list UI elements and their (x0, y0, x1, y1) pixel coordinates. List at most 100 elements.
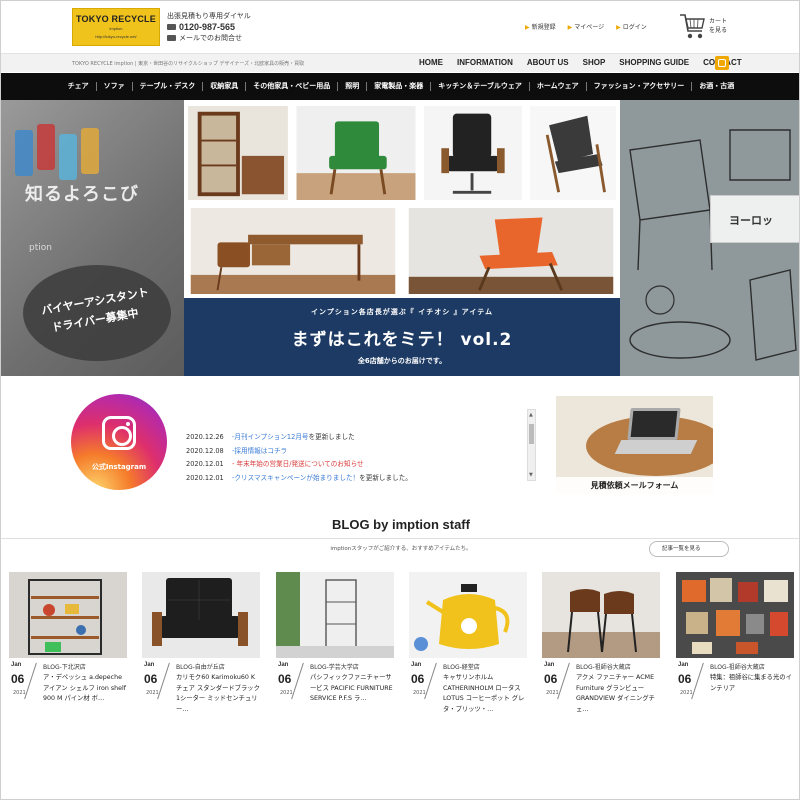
category-fashion[interactable]: ファッション・アクセサリー (587, 82, 693, 91)
post-month: Jan (144, 662, 155, 668)
nav-shopping-guide[interactable]: SHOPPING GUIDE (619, 58, 689, 67)
post-thumbnail (542, 572, 660, 658)
news-item: 2020.12.01 - 年末年始の営業日/発送についてのお知らせ (186, 458, 526, 472)
blog-card[interactable]: Jan 06 2021 BLOG-祖師谷大蔵店 特集：祖師谷に集まる光のインテリ… (676, 572, 794, 722)
post-shop[interactable]: BLOG-下北沢店 (43, 662, 86, 671)
more-label: 記事一覧を見る (662, 546, 701, 552)
post-title[interactable]: ア・デペッシュ a.depeche アイアン シェルフ iron shelf 9… (43, 673, 127, 705)
news-text: を更新しました (308, 433, 355, 441)
post-month: Jan (411, 662, 422, 668)
post-title[interactable]: カリモク60 Karimoku60 K チェア スタンダードブラック 1シーター… (176, 673, 260, 715)
post-title[interactable]: パシフィックファニチャーサービス PACIFIC FURNITURE SERVI… (310, 673, 394, 705)
cart-label: カート を見る (709, 17, 727, 35)
divider (157, 662, 170, 700)
post-day: 06 (11, 672, 25, 686)
divider (424, 662, 437, 700)
post-year: 2021 (680, 690, 693, 696)
news-date: 2020.12.26 (186, 433, 224, 441)
post-shop[interactable]: BLOG-祖師谷大蔵店 (576, 662, 631, 671)
phone-number[interactable]: 0120-987-565 (179, 22, 235, 32)
post-title[interactable]: キャサリンホルム CATHERINHOLM ロータス LOTUS コーヒーポット… (443, 673, 527, 715)
post-thumbnail (276, 572, 394, 658)
glass-image (59, 134, 77, 180)
post-title[interactable]: 特集：祖師谷に集まる光のインテリア (710, 673, 794, 694)
divider (24, 662, 37, 700)
nav-about-us[interactable]: ABOUT US (527, 58, 569, 67)
mail-contact-link[interactable]: メールでのお問合せ (179, 32, 242, 44)
post-shop[interactable]: BLOG-自由が丘店 (176, 662, 225, 671)
category-storage[interactable]: 収納家具 (203, 82, 247, 91)
news-list: 2020.12.26 -月刊インプション12月号 を更新しました 2020.12… (186, 431, 526, 485)
category-liquor[interactable]: お酒・古酒 (692, 82, 741, 91)
scrollbar-thumb[interactable] (529, 424, 534, 444)
category-sofa[interactable]: ソファ (97, 82, 133, 91)
post-year: 2021 (13, 690, 26, 696)
quote-form-label: 見積依頼メールフォーム (556, 477, 713, 494)
hero-slide-right[interactable]: ヨーロッ (620, 100, 799, 376)
login-label: ログイン (622, 24, 647, 31)
post-title[interactable]: アクメ ファニチャー ACME Furniture グランビュー GRANDVI… (576, 673, 660, 715)
laptop-image (627, 408, 681, 440)
register-link[interactable]: ▶ 新規登録 (525, 22, 556, 31)
post-day: 06 (144, 672, 158, 686)
hiring-badge[interactable]: バイヤーアシスタント ドライバー募集中 (23, 265, 171, 361)
post-shop[interactable]: BLOG-祖師谷大蔵店 (710, 662, 765, 671)
instagram-glyph (718, 59, 726, 67)
category-kitchen[interactable]: キッチン＆テーブルウェア (431, 82, 530, 91)
blog-card[interactable]: Jan 06 2021 BLOG-自由が丘店 カリモク60 Karimoku60… (142, 572, 260, 722)
blog-more-button[interactable]: 記事一覧を見る (649, 541, 729, 557)
blog-card[interactable]: Jan 06 2021 BLOG-学芸大学店 パシフィックファニチャーサービス … (276, 572, 394, 722)
category-homeware[interactable]: ホームウェア (530, 82, 587, 91)
divider (691, 662, 704, 700)
quote-form-banner[interactable]: 見積依頼メールフォーム (556, 396, 713, 494)
cart-label-line2: を見る (709, 27, 728, 34)
site-logo[interactable]: TOKYO RECYCLE imption http://tokyo-recyc… (72, 8, 160, 46)
instagram-banner[interactable]: 公式Instagram (71, 394, 167, 490)
scroll-up-icon[interactable]: ▲ (529, 412, 533, 418)
cart-button[interactable]: カート を見る (678, 11, 738, 43)
nav-shop[interactable]: SHOP (583, 58, 606, 67)
divider (1, 538, 799, 539)
blog-card[interactable]: Jan 06 2021 BLOG-経堂店 キャサリンホルム CATHERINHO… (409, 572, 527, 722)
post-shop[interactable]: BLOG-経堂店 (443, 662, 480, 671)
category-table-desk[interactable]: テーブル・デスク (133, 82, 204, 91)
main-nav: HOME INFORMATION ABOUT US SHOP SHOPPING … (419, 58, 742, 67)
hero-left-heading: 知るよろこび (25, 184, 139, 205)
glass-image (81, 128, 99, 174)
blog-card[interactable]: Jan 06 2021 BLOG-下北沢店 ア・デペッシュ a.depeche … (9, 572, 127, 722)
post-year: 2021 (146, 690, 159, 696)
nav-information[interactable]: INFORMATION (457, 58, 513, 67)
category-lighting[interactable]: 照明 (338, 82, 368, 91)
nav-home[interactable]: HOME (419, 58, 443, 67)
news-link[interactable]: -月刊インプション12月号 (232, 431, 309, 445)
post-month: Jan (544, 662, 555, 668)
blog-card[interactable]: Jan 06 2021 BLOG-祖師谷大蔵店 アクメ ファニチャー ACME … (542, 572, 660, 722)
hero-slide-left[interactable]: 知るよろこび ption バイヤーアシスタント ドライバー募集中 (1, 100, 184, 376)
post-year: 2021 (280, 690, 293, 696)
category-other-furniture[interactable]: その他家具・ベビー用品 (246, 82, 339, 91)
hero-banner[interactable]: インプション各店長が選ぶ『 イチオシ 』アイテム まずはこれをミテ！ vol.2… (184, 298, 620, 376)
post-year: 2021 (546, 690, 559, 696)
mypage-link[interactable]: ▶ マイページ (568, 22, 605, 31)
laptop-base-image (614, 440, 698, 454)
instagram-icon[interactable] (715, 56, 729, 70)
news-date: 2020.12.01 (186, 460, 224, 468)
hero-slider[interactable]: 知るよろこび ption バイヤーアシスタント ドライバー募集中 インプション各… (1, 100, 799, 376)
category-chair[interactable]: チェア (61, 82, 97, 91)
news-link[interactable]: - 年末年始の営業日/発送についてのお知らせ (232, 458, 364, 472)
black-chair-photo (422, 104, 524, 202)
category-electronics[interactable]: 家電製品・楽器 (367, 82, 432, 91)
news-scrollbar[interactable]: ▲ ▼ (527, 409, 536, 481)
post-thumbnail (142, 572, 260, 658)
post-thumbnail (409, 572, 527, 658)
cart-icon (680, 14, 705, 39)
news-link[interactable]: -採用情報はコチラ (232, 445, 287, 459)
scroll-down-icon[interactable]: ▼ (529, 472, 533, 478)
hero-slide-main[interactable]: インプション各店長が選ぶ『 イチオシ 』アイテム まずはこれをミテ！ vol.2… (184, 100, 620, 376)
page-frame: TOKYO RECYCLE imption http://tokyo-recyc… (0, 0, 800, 800)
post-shop[interactable]: BLOG-学芸大学店 (310, 662, 359, 671)
login-link[interactable]: ▶ ログイン (616, 22, 647, 31)
news-link[interactable]: -クリスマスキャンペーンが始まりました！ (232, 472, 359, 486)
site-header: TOKYO RECYCLE imption http://tokyo-recyc… (1, 1, 799, 53)
logo-line1: TOKYO RECYCLE (76, 14, 156, 24)
